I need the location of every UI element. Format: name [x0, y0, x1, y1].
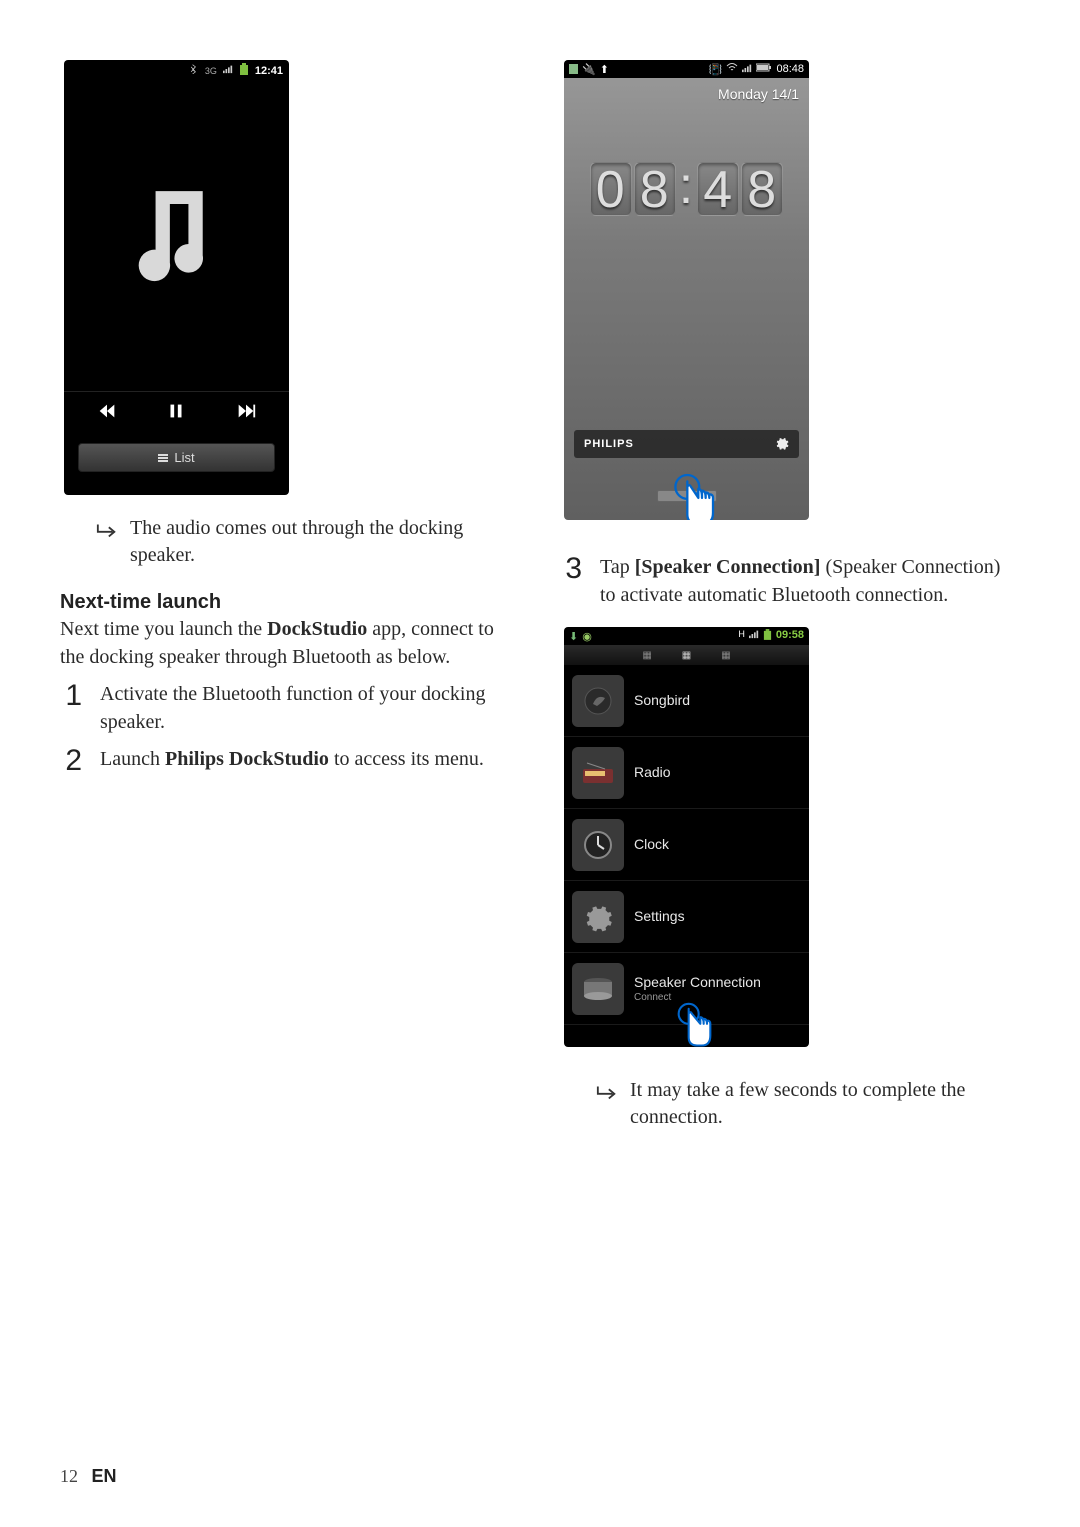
result-text: It may take a few seconds to complete th… — [630, 1077, 1020, 1131]
clock-digit: 8 — [741, 162, 783, 216]
menu-label: Speaker Connection — [634, 974, 761, 990]
tap-hand-icon — [669, 470, 724, 520]
status-time: 09:58 — [776, 629, 804, 643]
philips-widget-bar[interactable]: PHILIPS — [574, 430, 799, 458]
pause-icon[interactable] — [165, 402, 187, 425]
music-note-icon — [132, 184, 222, 289]
songbird-icon — [572, 675, 624, 727]
bluetooth-icon — [189, 64, 199, 77]
menu-label: Settings — [634, 908, 685, 924]
screenshot-home-clock: 🔌 ⬆ 📳 08:48 Monday 14/1 — [564, 60, 809, 520]
menu-label: Clock — [634, 836, 669, 852]
category-tabs[interactable]: ▦ ▦ ▦ — [564, 645, 809, 665]
download-icon: ⬇ — [569, 630, 578, 643]
network-type-icon: 3G — [205, 66, 217, 76]
step-text: Launch Philips DockStudio to access its … — [100, 746, 520, 776]
signal-icon — [742, 63, 752, 76]
next-track-icon[interactable] — [235, 402, 257, 425]
menu-label: Songbird — [634, 692, 690, 708]
status-bar: ⬇ ◉ H 09:58 — [564, 627, 809, 645]
transport-controls — [64, 391, 289, 435]
brand-label: PHILIPS — [584, 438, 634, 450]
step-number: 2 — [60, 746, 82, 776]
app-name: DockStudio — [267, 618, 367, 640]
language-code: EN — [92, 1466, 117, 1486]
tap-hand-icon — [672, 998, 722, 1047]
step-2: 2 Launch Philips DockStudio to access it… — [60, 746, 520, 776]
status-time: 08:48 — [776, 63, 804, 75]
vibrate-icon: 📳 — [709, 63, 723, 76]
battery-icon — [239, 63, 249, 78]
result-note: The audio comes out through the docking … — [96, 515, 520, 569]
list-button-label: List — [174, 450, 194, 465]
signal-icon — [223, 64, 233, 77]
app-name: Philips DockStudio — [165, 748, 329, 770]
menu-item-radio[interactable]: Radio — [564, 737, 809, 809]
page-number: 12 — [60, 1466, 78, 1486]
network-type-icon: H — [738, 629, 745, 643]
result-arrow-icon — [596, 1081, 618, 1135]
clock-digit: 8 — [634, 162, 676, 216]
result-text: The audio comes out through the docking … — [130, 515, 520, 569]
grid-icon: ▦ — [721, 650, 730, 661]
radio-icon — [572, 747, 624, 799]
step-number: 3 — [560, 554, 582, 609]
android-icon: ◉ — [582, 630, 592, 643]
battery-icon — [763, 629, 772, 643]
step-text: Activate the Bluetooth function of your … — [100, 681, 520, 736]
menu-label: Radio — [634, 764, 671, 780]
result-note: It may take a few seconds to complete th… — [596, 1077, 1020, 1131]
prev-track-icon[interactable] — [96, 402, 118, 425]
step-1: 1 Activate the Bluetooth function of you… — [60, 681, 520, 736]
menu-item-clock[interactable]: Clock — [564, 809, 809, 881]
result-arrow-icon — [96, 519, 118, 573]
clock-digit: 0 — [590, 162, 632, 216]
clock-widget[interactable]: 08:48 — [564, 160, 809, 220]
settings-icon — [572, 891, 624, 943]
menu-item-songbird[interactable]: Songbird — [564, 665, 809, 737]
signal-icon — [749, 629, 759, 643]
ui-element-label: [Speaker Connection] — [635, 556, 821, 578]
speaker-icon — [572, 963, 624, 1015]
clock-digit: 4 — [697, 162, 739, 216]
usb-icon: 🔌 — [582, 63, 596, 76]
section-heading: Next-time launch — [60, 591, 520, 614]
screenshot-music-player: 3G 12:41 — [64, 60, 289, 495]
wifi-icon — [726, 63, 738, 76]
intro-paragraph: Next time you launch the DockStudio app,… — [60, 616, 520, 671]
screenshot-dockstudio-menu: ⬇ ◉ H 09:58 ▦ ▦ ▦ — [564, 627, 809, 1047]
step-text: Tap [Speaker Connection] (Speaker Connec… — [600, 554, 1020, 609]
status-time: 12:41 — [255, 65, 283, 77]
upload-icon: ⬆ — [600, 63, 609, 76]
status-bar: 3G 12:41 — [64, 60, 289, 81]
step-number: 1 — [60, 681, 82, 736]
gear-icon[interactable] — [775, 436, 789, 453]
album-art-placeholder — [64, 81, 289, 391]
grid-icon: ▦ — [682, 650, 691, 661]
clock-icon — [572, 819, 624, 871]
list-button[interactable]: List — [78, 443, 275, 472]
clock-colon: : — [679, 156, 694, 216]
list-icon — [158, 454, 168, 462]
status-bar: 🔌 ⬆ 📳 08:48 — [564, 60, 809, 78]
battery-icon — [756, 63, 772, 75]
step-3: 3 Tap [Speaker Connection] (Speaker Conn… — [560, 554, 1020, 609]
page-footer: 12 EN — [60, 1466, 117, 1487]
app-menu-list: Songbird Radio Clock — [564, 665, 809, 1025]
home-date: Monday 14/1 — [564, 78, 809, 110]
sd-icon — [569, 64, 578, 74]
grid-icon: ▦ — [642, 650, 651, 661]
menu-item-settings[interactable]: Settings — [564, 881, 809, 953]
